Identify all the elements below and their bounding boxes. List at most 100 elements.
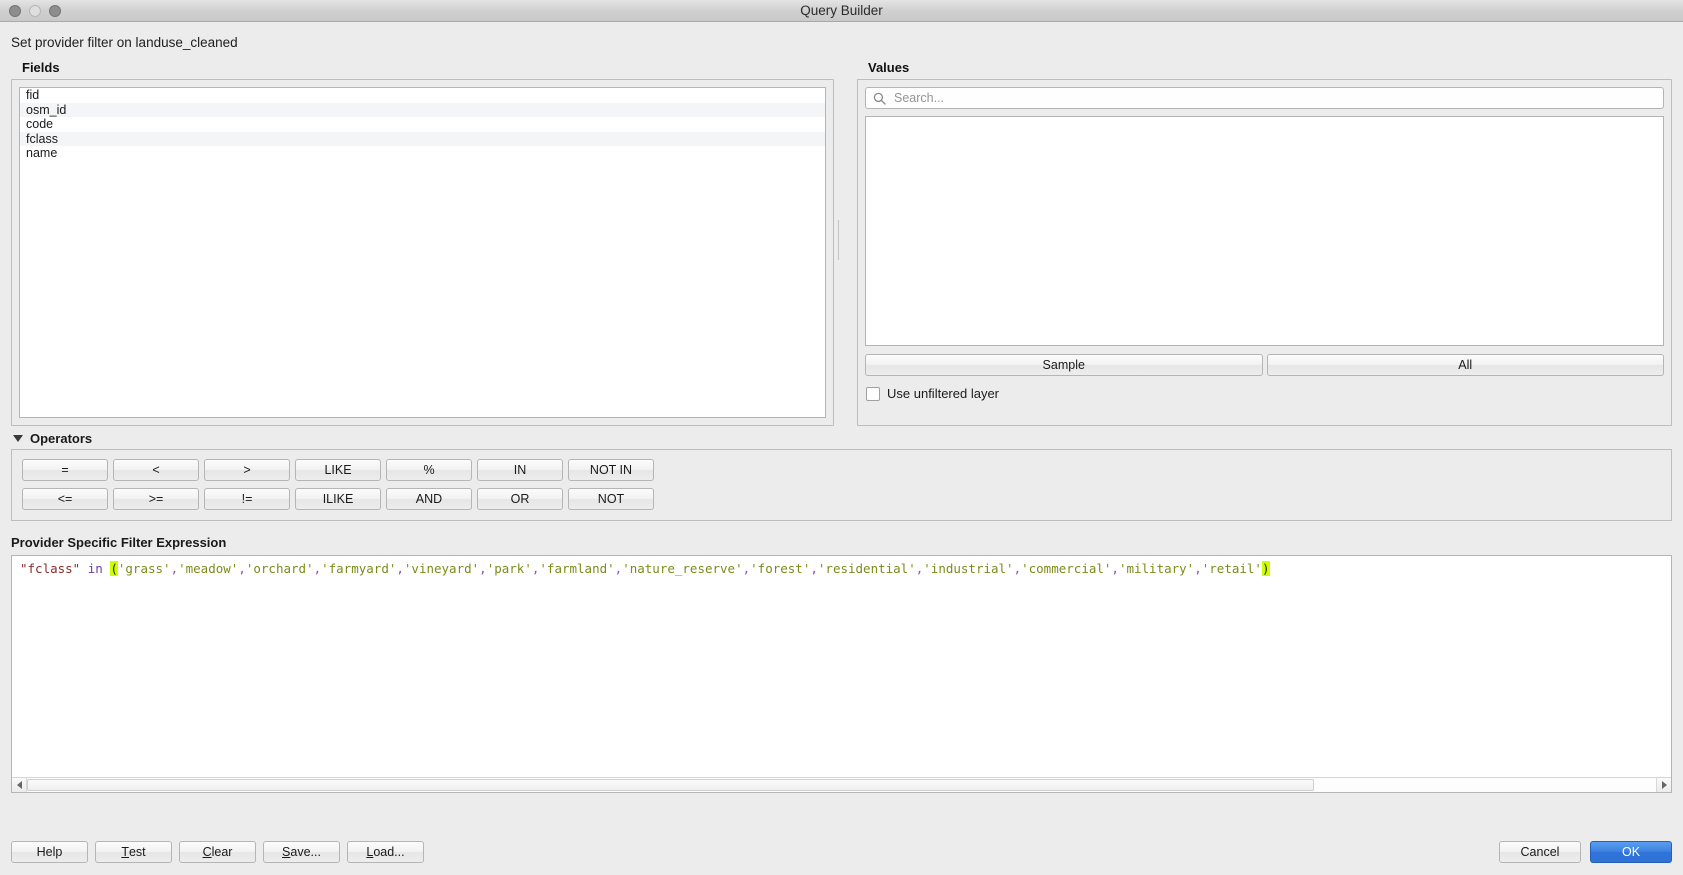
maximize-button[interactable] [49,4,61,17]
expression-token-str: 'commercial' [1021,561,1112,576]
fields-list[interactable]: fid osm_id code fclass name [19,87,826,418]
footer-left-buttons: Help Test Clear Save... Load... [11,841,424,863]
operators-row-1: = < > LIKE% IN NOT IN [22,459,1661,481]
window-title: Query Builder [800,3,883,18]
test-button[interactable]: Test [95,841,172,863]
query-builder-dialog: Set provider filter on landuse_cleaned F… [0,22,1683,875]
all-button[interactable]: All [1266,354,1664,376]
expression-token-punct: , [479,561,487,576]
splitter-grip [838,220,839,260]
operator-button-like[interactable]: LIKE [295,459,381,481]
scrollbar-track[interactable] [27,778,1656,792]
close-button[interactable] [9,4,21,17]
dialog-footer: Help Test Clear Save... Load... Cancel O… [0,829,1683,875]
expression-token-punct: , [1111,561,1119,576]
expression-token-str: 'forest' [750,561,811,576]
operator-button-in[interactable]: IN [477,459,563,481]
top-panels: Fields fid osm_id code fclass name Values [0,60,1683,426]
expression-token-str: 'nature_reserve' [622,561,743,576]
expression-token-str: 'orchard' [245,561,314,576]
field-item[interactable]: name [20,146,825,161]
expression-token-punct: , [742,561,751,576]
clear-button-mnemonic: C [202,845,212,859]
collapse-triangle-icon[interactable] [13,435,23,442]
field-item[interactable]: code [20,117,825,132]
help-button[interactable]: Help [11,841,88,863]
operator-button-not[interactable]: NOT [568,488,654,510]
expression-token-field: "fclass" [20,561,81,576]
fields-pane: Fields fid osm_id code fclass name [11,60,834,426]
load-button-label: oad... [373,845,405,859]
use-unfiltered-layer-checkbox[interactable] [866,386,880,401]
operator-button-[interactable]: > [204,459,290,481]
values-label: Values [868,60,910,75]
test-button-mnemonic: T [121,845,129,859]
cancel-button[interactable]: Cancel [1499,841,1581,863]
operator-button-or[interactable]: OR [477,488,563,510]
expression-token-punct: , [1013,561,1022,576]
expression-token-paren: ) [1261,561,1270,576]
search-box[interactable] [865,87,1664,109]
search-icon [873,92,886,105]
expression-token-str: 'industrial' [923,561,1014,576]
values-group-frame: Sample All Use unfiltered layer [857,79,1672,426]
expression-token-str: 'grass' [117,561,171,576]
expression-token-str: 'farmyard' [321,561,397,576]
filter-expression-editor[interactable]: "fclass" in ('grass','meadow','orchard',… [11,555,1672,793]
fields-group-frame: fid osm_id code fclass name [11,79,834,426]
expression-token-punct: , [313,561,322,576]
operator-button-[interactable]: = [22,459,108,481]
filter-expression-label: Provider Specific Filter Expression [11,535,227,550]
operator-button-and[interactable]: AND [386,488,472,510]
use-unfiltered-layer-label: Use unfiltered layer [887,386,999,401]
expression-token-str: 'farmland' [539,561,615,576]
scrollbar-thumb[interactable] [27,779,1314,791]
expression-token-str: 'meadow' [178,561,239,576]
expression-token-punct: , [170,561,179,576]
filter-expression-text[interactable]: "fclass" in ('grass','meadow','orchard',… [12,556,1671,577]
scroll-left-arrow-icon[interactable] [12,778,27,792]
expression-token-str: 'residential' [817,561,916,576]
operator-button-[interactable]: <= [22,488,108,510]
expression-token-str: 'vineyard' [403,561,480,576]
ok-button[interactable]: OK [1590,841,1672,863]
operators-label: Operators [30,431,93,446]
operator-button-[interactable]: != [204,488,290,510]
window-titlebar: Query Builder [0,0,1683,22]
operators-row-2: <= >= != ILIKE AND OR NOT [22,488,1661,510]
traffic-light-group [0,4,61,17]
clear-button[interactable]: Clear [179,841,256,863]
field-item[interactable]: fclass [20,131,825,146]
operator-button-not-in[interactable]: NOT IN [568,459,654,481]
sample-button[interactable]: Sample [865,354,1263,376]
save-button-mnemonic: S [282,845,291,859]
use-unfiltered-layer-row[interactable]: Use unfiltered layer [865,386,1664,401]
expression-token-str: 'retail' [1201,561,1262,576]
expression-token-op: in [87,561,103,576]
search-input[interactable] [892,88,1656,108]
editor-horizontal-scrollbar[interactable] [12,777,1671,792]
minimize-button[interactable] [29,4,41,17]
load-button-mnemonic: L [366,845,374,859]
operator-button-ilike[interactable]: ILIKE [295,488,381,510]
operator-button-[interactable]: < [113,459,199,481]
save-button[interactable]: Save... [263,841,340,863]
footer-right-buttons: Cancel OK [1499,841,1672,863]
expression-token-paren: ( [110,561,118,576]
values-action-buttons: Sample All [865,354,1664,376]
values-list[interactable] [865,116,1664,346]
expression-token-punct: , [810,561,818,576]
field-item[interactable]: osm_id [20,102,825,117]
load-button[interactable]: Load... [347,841,424,863]
operator-button-[interactable]: % [386,459,472,481]
scroll-right-arrow-icon[interactable] [1656,778,1671,792]
clear-button-label: lear [211,845,233,859]
operator-button-[interactable]: >= [113,488,199,510]
provider-filter-subtitle: Set provider filter on landuse_cleaned [11,35,238,50]
test-button-label: est [128,845,146,859]
expression-token-str: 'military' [1118,561,1195,576]
panel-splitter[interactable] [834,60,843,420]
field-item[interactable]: fid [20,88,825,103]
expression-token-punct: , [238,561,246,576]
fields-label: Fields [22,60,60,75]
